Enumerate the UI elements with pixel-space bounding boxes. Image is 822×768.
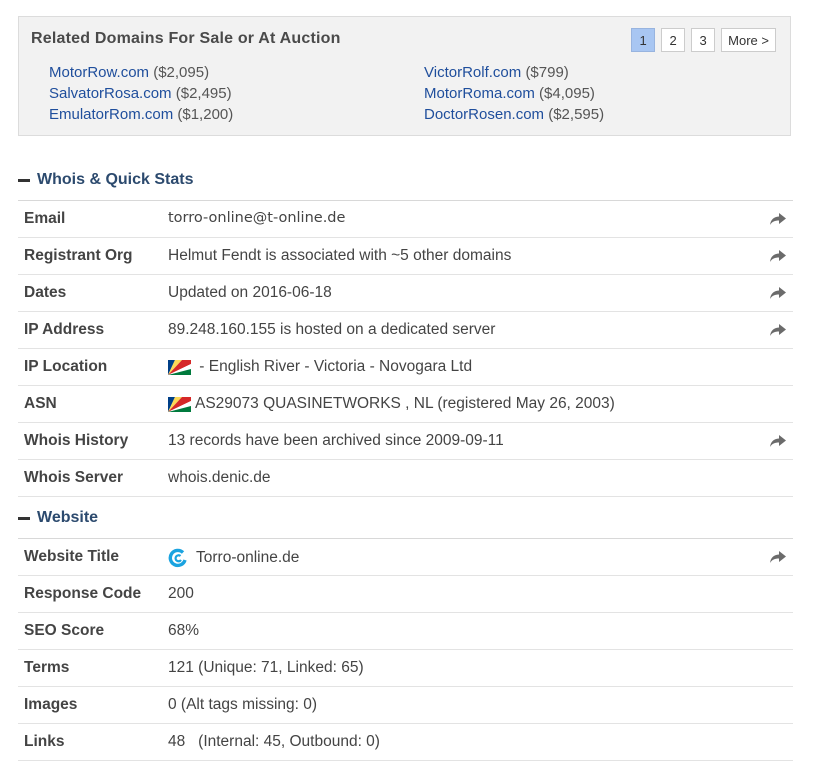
- row-value: 200: [168, 585, 194, 603]
- share-arrow-icon[interactable]: [769, 322, 787, 338]
- page-2-button[interactable]: 2: [661, 28, 686, 52]
- related-domain-link[interactable]: DoctorRosen.com: [424, 106, 544, 123]
- pagination: 1 2 3 More >: [631, 28, 776, 52]
- row-label: IP Address: [24, 321, 105, 338]
- page-3-button[interactable]: 3: [691, 28, 716, 52]
- row-label: Website Title: [24, 548, 120, 565]
- table-row: Whois History 13 records have been archiv…: [18, 423, 793, 460]
- table-row: Images 0 (Alt tags missing: 0): [18, 687, 793, 724]
- related-domain-link[interactable]: VictorRolf.com: [424, 64, 521, 81]
- table-row: Whois Server whois.denic.de: [18, 460, 793, 497]
- row-value: Updated on 2016-06-18: [168, 284, 332, 302]
- minus-icon: [18, 178, 30, 182]
- row-value-text: 200: [168, 585, 194, 602]
- related-domain-item: SalvatorRosa.com ($2,495): [49, 85, 424, 103]
- row-label: IP Location: [24, 358, 108, 375]
- seychelles-flag-icon: [168, 359, 191, 375]
- row-value-text: - English River - Victoria - Novogara Lt…: [195, 358, 473, 375]
- table-row: Email torro-online@t-online.de: [18, 201, 793, 238]
- related-domains-panel: Related Domains For Sale or At Auction 1…: [18, 16, 791, 136]
- share-arrow-icon[interactable]: [769, 211, 787, 227]
- table-row: Registrant Org Helmut Fendt is associated…: [18, 238, 793, 275]
- row-label: SEO Score: [24, 622, 105, 639]
- share-arrow-icon[interactable]: [769, 285, 787, 301]
- table-row: SEO Score 68%: [18, 613, 793, 650]
- row-value: Torro-online.de: [168, 548, 299, 568]
- minus-icon: [18, 516, 30, 520]
- related-domain-link[interactable]: MotorRow.com: [49, 64, 149, 81]
- row-value: - English River - Victoria - Novogara Lt…: [168, 358, 472, 376]
- related-domain-link[interactable]: SalvatorRosa.com: [49, 85, 172, 102]
- row-value: 68%: [168, 622, 199, 640]
- row-label: Response Code: [24, 585, 142, 602]
- row-label: Dates: [24, 284, 67, 301]
- row-label: Whois History: [24, 432, 129, 449]
- related-domains-list: MotorRow.com ($2,095) VictorRolf.com ($79…: [49, 64, 769, 124]
- related-domain-item: MotorRoma.com ($4,095): [424, 85, 769, 103]
- row-value: 13 records have been archived since 2009…: [168, 432, 504, 450]
- share-arrow-icon[interactable]: [769, 248, 787, 264]
- row-value-text: 48 (Internal: 45, Outbound: 0): [168, 733, 380, 750]
- row-label: Terms: [24, 659, 70, 676]
- row-value: 48 (Internal: 45, Outbound: 0): [168, 733, 380, 751]
- website-section-title: Website: [37, 509, 99, 526]
- related-domain-item: DoctorRosen.com ($2,595): [424, 106, 769, 124]
- whois-table: Email torro-online@t-online.de Registrant …: [18, 200, 793, 497]
- related-domain-link[interactable]: MotorRoma.com: [424, 85, 535, 102]
- row-value-text: whois.denic.de: [168, 469, 271, 486]
- row-value-text: 121 (Unique: 71, Linked: 65): [168, 659, 364, 676]
- table-row: Terms 121 (Unique: 71, Linked: 65): [18, 650, 793, 687]
- related-domain-item: VictorRolf.com ($799): [424, 64, 769, 82]
- row-value-text: torro-online@t-online.de: [168, 210, 346, 226]
- related-domain-link[interactable]: EmulatorRom.com: [49, 106, 173, 123]
- page-1-button[interactable]: 1: [631, 28, 656, 52]
- website-table: Website Title Torro-online.de Response Cod…: [18, 538, 793, 761]
- related-domain-price: ($799): [525, 64, 569, 81]
- row-value-text: 68%: [168, 622, 200, 639]
- row-value-text: Updated on 2016-06-18: [168, 284, 332, 301]
- table-row: ASN AS29073 QUASINETWORKS , NL (registere…: [18, 386, 793, 423]
- whois-section-title: Whois & Quick Stats: [37, 171, 194, 188]
- whois-section-heading[interactable]: Whois & Quick Stats: [18, 171, 193, 189]
- row-value-text: AS29073 QUASINETWORKS , NL (registered M…: [195, 395, 615, 412]
- related-domain-price: ($2,095): [153, 64, 210, 81]
- seychelles-flag-icon: [168, 396, 191, 412]
- row-value-text: 0 (Alt tags missing: 0): [168, 696, 318, 713]
- website-section-heading[interactable]: Website: [18, 509, 98, 527]
- related-domain-item: MotorRow.com ($2,095): [49, 64, 424, 82]
- row-value: whois.denic.de: [168, 469, 271, 487]
- row-value: torro-online@t-online.de: [168, 210, 345, 226]
- site-favicon-icon: [168, 548, 188, 568]
- row-value-text: Torro-online.de: [196, 549, 300, 566]
- row-value-text: 13 records have been archived since 2009…: [168, 432, 504, 449]
- row-label: Email: [24, 210, 66, 227]
- more-button[interactable]: More >: [721, 28, 776, 52]
- share-arrow-icon[interactable]: [769, 433, 787, 449]
- share-arrow-icon[interactable]: [769, 549, 787, 565]
- related-domain-price: ($2,495): [175, 85, 232, 102]
- row-label: ASN: [24, 395, 57, 412]
- row-label: Images: [24, 696, 78, 713]
- table-row: IP Address 89.248.160.155 is hosted on a …: [18, 312, 793, 349]
- related-domains-title: Related Domains For Sale or At Auction: [31, 30, 341, 47]
- table-row: Response Code 200: [18, 576, 793, 613]
- row-label: Registrant Org: [24, 247, 133, 264]
- row-label: Whois Server: [24, 469, 124, 486]
- related-domain-price: ($2,595): [548, 106, 605, 123]
- row-value: 89.248.160.155 is hosted on a dedicated …: [168, 321, 495, 339]
- related-domain-price: ($1,200): [177, 106, 234, 123]
- related-domain-price: ($4,095): [539, 85, 595, 102]
- row-value-text: 89.248.160.155 is hosted on a dedicated …: [168, 321, 496, 338]
- row-value: 0 (Alt tags missing: 0): [168, 696, 317, 714]
- row-value: 121 (Unique: 71, Linked: 65): [168, 659, 364, 677]
- row-value-text: Helmut Fendt is associated with ~5 other…: [168, 247, 512, 264]
- table-row: Website Title Torro-online.de: [18, 539, 793, 576]
- table-row: IP Location - English River - Victoria -…: [18, 349, 793, 386]
- row-value: AS29073 QUASINETWORKS , NL (registered M…: [168, 395, 615, 413]
- table-row: Links 48 (Internal: 45, Outbound: 0): [18, 724, 793, 761]
- table-row: Dates Updated on 2016-06-18: [18, 275, 793, 312]
- row-label: Links: [24, 733, 65, 750]
- related-domain-item: EmulatorRom.com ($1,200): [49, 106, 424, 124]
- row-value: Helmut Fendt is associated with ~5 other…: [168, 247, 511, 265]
